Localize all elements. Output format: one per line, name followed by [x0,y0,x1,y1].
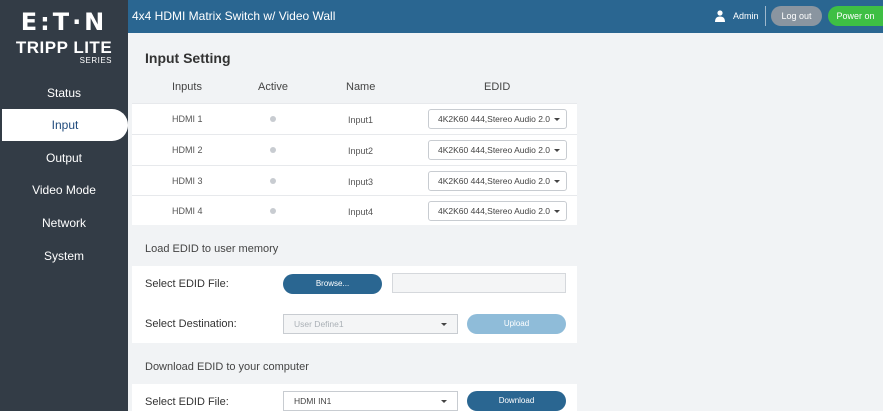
download-edid-select[interactable]: HDMI IN1 [283,391,458,411]
caret-down-icon [554,149,560,152]
edid-select-value: 4K2K60 444,Stereo Audio 2.0 [438,145,551,155]
download-edid-panel: Select EDID File: HDMI IN1 Download [132,384,577,411]
select-edid-file-label: Select EDID File: [145,396,229,408]
logo-subbrand: TRIPP LITE [15,38,113,57]
caret-down-icon [441,400,447,403]
top-header: 4x4 HDMI Matrix Switch w/ Video Wall Adm… [128,0,883,33]
sidebar: E:T·N TRIPP LITE SERIES Status Input Out… [0,0,128,411]
caret-down-icon [554,210,560,213]
power-on-button[interactable]: Power on [828,6,883,26]
caret-down-icon [441,323,447,326]
destination-select-value: User Define1 [294,319,344,329]
eaton-tripp-lite-logo: E:T·N TRIPP LITE SERIES [0,0,128,72]
table-divider [132,103,577,104]
table-row-name: Input3 [348,177,374,187]
sidebar-item-output[interactable]: Output [0,142,128,174]
table-divider [132,165,577,166]
edid-select-hdmi-1[interactable]: 4K2K60 444,Stereo Audio 2.0 [428,109,567,129]
load-edid-panel: Select EDID File: Browse... Select Desti… [132,266,577,343]
active-indicator [270,147,276,153]
column-header-name: Name [346,81,376,93]
sidebar-item-network[interactable]: Network [0,207,128,239]
download-button[interactable]: Download [467,391,566,411]
sidebar-item-system[interactable]: System [0,240,128,272]
edid-select-hdmi-2[interactable]: 4K2K60 444,Stereo Audio 2.0 [428,140,567,160]
edid-select-hdmi-4[interactable]: 4K2K60 444,Stereo Audio 2.0 [428,201,567,221]
table-row-name: Input2 [348,146,374,156]
logo-series: SERIES [79,56,112,65]
user-icon [715,10,725,22]
sidebar-item-video-mode[interactable]: Video Mode [0,174,128,206]
table-row-input: HDMI 4 [172,206,203,216]
table-row-name: Input1 [348,115,374,125]
upload-button[interactable]: Upload [467,314,566,334]
table-row-input: HDMI 2 [172,145,203,155]
table-row-name: Input4 [348,207,374,217]
destination-select[interactable]: User Define1 [283,314,458,334]
caret-down-icon [554,180,560,183]
header-divider [765,6,766,26]
select-destination-label: Select Destination: [145,318,237,330]
active-indicator [270,116,276,122]
user-name: Admin [733,11,759,21]
browse-button[interactable]: Browse... [283,274,382,294]
sidebar-item-status[interactable]: Status [0,77,128,109]
column-header-edid: EDID [484,81,511,93]
logo-brand: E:T·N [20,8,108,36]
select-edid-file-label: Select EDID File: [145,278,229,290]
edid-select-value: 4K2K60 444,Stereo Audio 2.0 [438,206,551,216]
active-indicator [270,208,276,214]
table-divider [132,134,577,135]
download-edid-select-value: HDMI IN1 [294,396,332,406]
sidebar-item-input[interactable]: Input [2,109,128,141]
logout-button[interactable]: Log out [771,6,822,26]
edid-select-value: 4K2K60 444,Stereo Audio 2.0 [438,114,551,124]
download-edid-title: Download EDID to your computer [145,361,309,373]
column-header-inputs: Inputs [172,81,202,93]
active-indicator [270,178,276,184]
table-row-input: HDMI 1 [172,114,203,124]
main-content: Input Setting Inputs Active Name EDID HD… [128,33,883,411]
table-row-input: HDMI 3 [172,176,203,186]
caret-down-icon [554,118,560,121]
load-edid-title: Load EDID to user memory [145,243,279,255]
edid-file-path-input[interactable] [392,273,566,293]
edid-select-value: 4K2K60 444,Stereo Audio 2.0 [438,176,551,186]
table-divider [132,195,577,196]
edid-select-hdmi-3[interactable]: 4K2K60 444,Stereo Audio 2.0 [428,171,567,191]
page-title: 4x4 HDMI Matrix Switch w/ Video Wall [132,9,336,23]
column-header-active: Active [258,81,288,93]
input-setting-title: Input Setting [145,50,231,66]
